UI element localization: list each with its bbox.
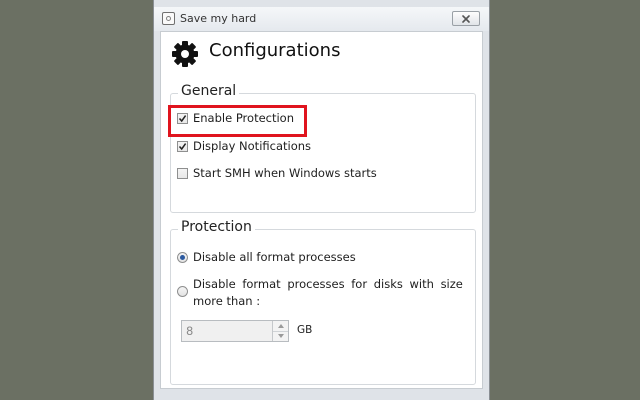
spin-up-button[interactable] bbox=[273, 321, 288, 331]
disable-by-size-radio[interactable] bbox=[177, 286, 188, 297]
disable-all-label: Disable all format processes bbox=[193, 250, 356, 264]
settings-window: Save my hard Configurations General Enab… bbox=[153, 0, 490, 400]
page-title: Configurations bbox=[209, 40, 341, 61]
spinner-buttons bbox=[272, 321, 288, 341]
start-with-windows-option[interactable]: Start SMH when Windows starts bbox=[177, 166, 377, 180]
disable-by-size-label-line1: Disable format processes for disks with … bbox=[193, 277, 463, 291]
start-with-windows-label: Start SMH when Windows starts bbox=[193, 166, 377, 180]
display-notifications-checkbox[interactable] bbox=[177, 140, 188, 152]
spin-down-button[interactable] bbox=[273, 330, 288, 341]
window-title: Save my hard bbox=[180, 12, 257, 25]
display-notifications-label: Display Notifications bbox=[193, 139, 312, 153]
protection-legend: Protection bbox=[178, 219, 255, 235]
radio-selected-dot bbox=[180, 254, 185, 260]
disable-all-radio[interactable] bbox=[177, 251, 188, 263]
close-icon bbox=[462, 14, 470, 23]
disable-by-size-option[interactable]: Disable format processes for disks with … bbox=[177, 276, 463, 310]
general-legend: General bbox=[178, 83, 240, 99]
disable-by-size-label: Disable format processes for disks with … bbox=[193, 276, 463, 310]
gear-icon bbox=[172, 41, 198, 67]
size-unit-label: GB bbox=[297, 324, 313, 336]
size-value[interactable]: 8 bbox=[186, 324, 193, 338]
disable-by-size-label-line2: more than : bbox=[193, 294, 261, 308]
dialog-content: Configurations General Enable Protection bbox=[160, 31, 483, 389]
chevron-up-icon bbox=[277, 323, 284, 328]
start-with-windows-checkbox[interactable] bbox=[177, 167, 188, 179]
disable-all-option[interactable]: Disable all format processes bbox=[177, 250, 356, 264]
protection-group: Protection Disable all format processes … bbox=[170, 219, 476, 385]
highlight-frame bbox=[168, 105, 307, 137]
chevron-down-icon bbox=[277, 334, 284, 339]
app-icon bbox=[162, 12, 175, 25]
checkmark-icon bbox=[178, 142, 187, 150]
close-button[interactable] bbox=[452, 11, 480, 26]
title-bar[interactable]: Save my hard bbox=[154, 7, 489, 31]
display-notifications-option[interactable]: Display Notifications bbox=[177, 139, 311, 153]
size-spinner[interactable]: 8 bbox=[181, 320, 289, 342]
